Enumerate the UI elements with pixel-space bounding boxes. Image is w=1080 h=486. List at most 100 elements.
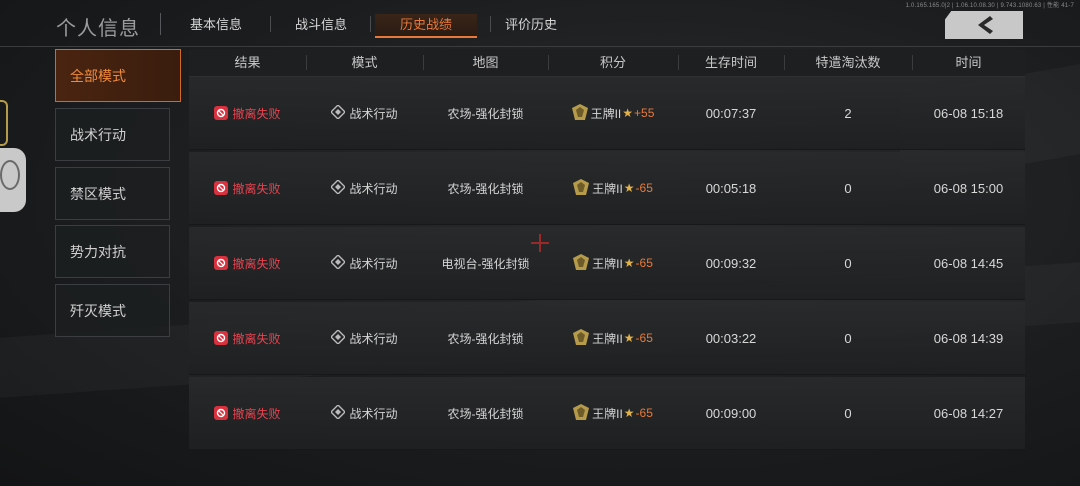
tactical-mode-icon — [330, 403, 347, 422]
map-cell: 农场-强化封锁 — [447, 406, 524, 421]
star-icon: ★ — [623, 331, 635, 345]
match-time-cell: 06-08 14:39 — [933, 330, 1004, 346]
column-header-mode: 模式 — [351, 55, 378, 70]
rank-label: 王牌II — [592, 256, 623, 271]
score-change: -65 — [635, 406, 653, 420]
result-label: 撤离失败 — [232, 331, 281, 346]
mode-item-annihilation[interactable]: 歼灭模式 — [55, 284, 170, 337]
result-label: 撤离失败 — [232, 406, 281, 421]
table-row[interactable]: 撤离失败 战术行动 农场-强化封锁 王牌II ★ -65 00:05:18 0 … — [189, 152, 1025, 225]
score-change: -65 — [635, 256, 653, 270]
score-cell: 王牌II ★ -65 — [548, 302, 678, 374]
tab-divider — [370, 16, 371, 32]
mode-cell: 战术行动 — [306, 152, 423, 224]
mode-item-faction[interactable]: 势力对抗 — [55, 225, 170, 278]
table-row[interactable]: 撤离失败 战术行动 农场-强化封锁 王牌II ★ +55 00:07:37 2 … — [189, 77, 1025, 150]
result-cell: 撤离失败 — [189, 302, 306, 374]
survival-time-cell: 00:05:18 — [705, 180, 757, 196]
crosshair-icon — [531, 234, 549, 252]
mode-cell: 战术行动 — [306, 377, 423, 449]
score-cell: 王牌II ★ +55 — [548, 77, 678, 149]
ace-rank-icon — [573, 328, 590, 348]
match-history-table: 结果 模式 地图 积分 生存时间 特遣淘汰数 时间 撤离失败 战术行动 农场-强… — [189, 49, 1025, 479]
result-cell: 撤离失败 — [189, 152, 306, 224]
mode-label: 战术行动 — [349, 106, 398, 121]
mode-cell: 战术行动 — [306, 302, 423, 374]
tab-divider — [490, 16, 491, 32]
result-label: 撤离失败 — [232, 256, 281, 271]
score-cell: 王牌II ★ -65 — [548, 377, 678, 449]
star-icon: ★ — [623, 256, 635, 270]
ace-rank-icon — [573, 253, 590, 273]
column-header-score: 积分 — [599, 55, 626, 70]
mode-label: 战术行动 — [349, 331, 398, 346]
result-cell: 撤离失败 — [189, 77, 306, 149]
score-change: -65 — [635, 181, 653, 195]
fail-icon — [214, 331, 229, 345]
rank-badge-icon — [0, 100, 8, 146]
result-cell: 撤离失败 — [189, 227, 306, 299]
star-icon: ★ — [623, 406, 635, 420]
page-title: 个人信息 — [56, 18, 140, 40]
match-time-cell: 06-08 14:27 — [933, 405, 1004, 421]
mode-item-restricted[interactable]: 禁区模式 — [55, 167, 170, 220]
table-header: 结果 模式 地图 积分 生存时间 特遣淘汰数 时间 — [189, 49, 1025, 77]
score-change: -65 — [635, 331, 653, 345]
score-cell: 王牌II ★ -65 — [548, 227, 678, 299]
rank-label: 王牌II — [592, 331, 623, 346]
tab-battle-info[interactable]: 战斗信息 — [285, 14, 357, 36]
table-row[interactable]: 撤离失败 战术行动 电视台-强化封锁 王牌II ★ -65 00:09:32 0… — [189, 227, 1025, 300]
header-divider — [160, 13, 161, 35]
match-time-cell: 06-08 15:18 — [933, 105, 1004, 121]
survival-time-cell: 00:09:00 — [705, 405, 757, 421]
tab-rating-history[interactable]: 评价历史 — [495, 14, 567, 36]
star-icon: ★ — [623, 181, 635, 195]
match-time-cell: 06-08 14:45 — [933, 255, 1004, 271]
back-button[interactable] — [945, 11, 1023, 39]
map-cell: 农场-强化封锁 — [447, 331, 524, 346]
column-header-map: 地图 — [472, 55, 499, 70]
column-header-survival: 生存时间 — [704, 55, 757, 70]
result-label: 撤离失败 — [232, 106, 281, 121]
column-header-result: 结果 — [234, 55, 261, 70]
tab-basic-info[interactable]: 基本信息 — [180, 14, 252, 36]
chevron-left-icon — [978, 16, 993, 34]
mode-item-all[interactable]: 全部模式 — [55, 49, 181, 102]
mode-label: 战术行动 — [349, 256, 398, 271]
ace-rank-icon — [571, 103, 588, 123]
eliminations-cell: 0 — [844, 330, 852, 346]
fail-icon — [214, 181, 229, 195]
tactical-mode-icon — [330, 103, 347, 122]
avatar[interactable] — [0, 148, 26, 212]
mode-cell: 战术行动 — [306, 77, 423, 149]
rank-label: 王牌II — [590, 106, 622, 121]
mode-item-tactical[interactable]: 战术行动 — [55, 108, 170, 161]
score-cell: 王牌II ★ -65 — [548, 152, 678, 224]
eliminations-cell: 0 — [844, 180, 852, 196]
table-row[interactable]: 撤离失败 战术行动 农场-强化封锁 王牌II ★ -65 00:03:22 0 … — [189, 302, 1025, 375]
column-header-eliminations: 特遣淘汰数 — [815, 55, 881, 70]
mode-cell: 战术行动 — [306, 227, 423, 299]
eliminations-cell: 0 — [844, 255, 852, 271]
map-cell: 电视台-强化封锁 — [441, 256, 530, 271]
map-cell: 农场-强化封锁 — [447, 106, 524, 121]
header-bar: 个人信息 基本信息 战斗信息 历史战绩 评价历史 — [0, 0, 1080, 47]
survival-time-cell: 00:09:32 — [705, 255, 757, 271]
tab-match-history[interactable]: 历史战绩 — [375, 14, 477, 38]
column-header-time: 时间 — [955, 55, 982, 70]
mode-label: 战术行动 — [349, 181, 398, 196]
fail-icon — [214, 406, 229, 420]
eliminations-cell: 0 — [844, 405, 852, 421]
rank-label: 王牌II — [592, 181, 623, 196]
rank-label: 王牌II — [592, 406, 623, 421]
fail-icon — [214, 256, 229, 270]
score-change: +55 — [634, 106, 655, 120]
fail-icon — [214, 106, 229, 120]
table-row[interactable]: 撤离失败 战术行动 农场-强化封锁 王牌II ★ -65 00:09:00 0 … — [189, 377, 1025, 450]
eliminations-cell: 2 — [844, 105, 852, 121]
ace-rank-icon — [573, 178, 590, 198]
tactical-mode-icon — [330, 253, 347, 272]
match-time-cell: 06-08 15:00 — [933, 180, 1004, 196]
star-icon: ★ — [622, 106, 634, 120]
ace-rank-icon — [573, 403, 590, 423]
